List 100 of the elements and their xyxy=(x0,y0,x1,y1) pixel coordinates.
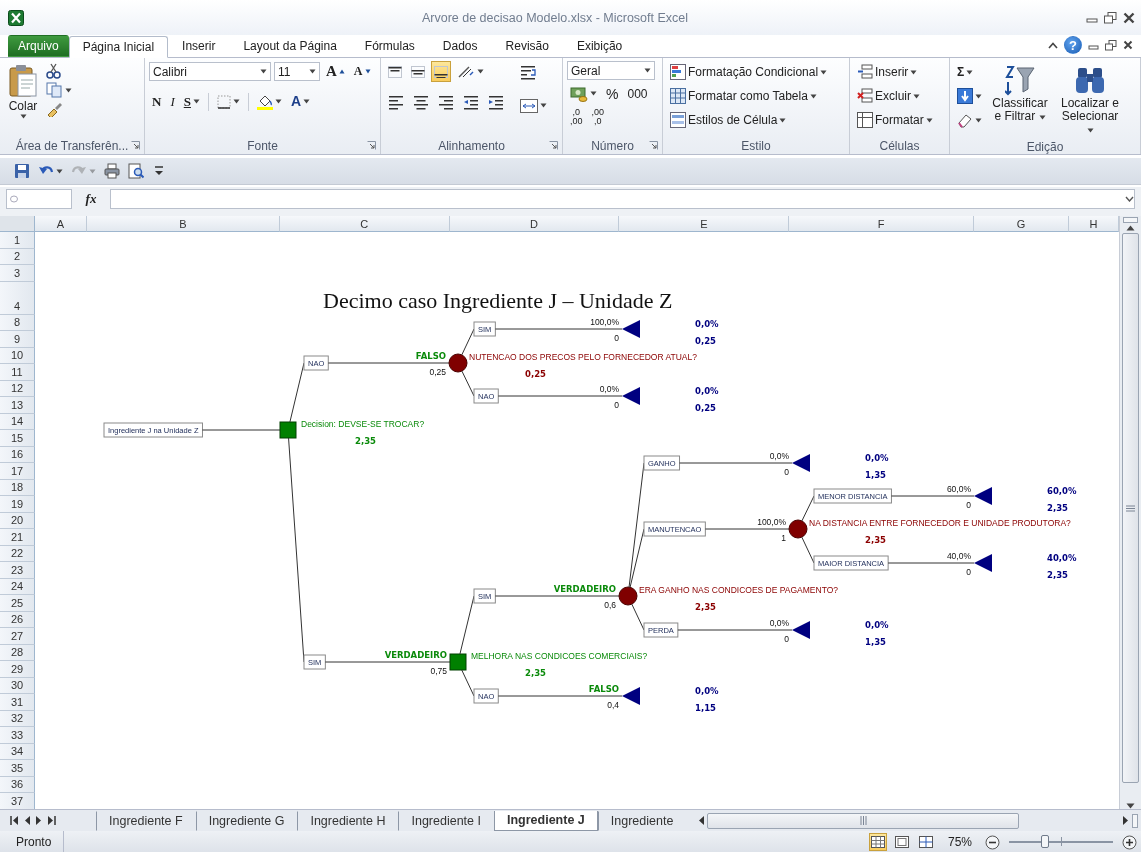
row-header[interactable]: 9 xyxy=(0,331,35,348)
ribbon-tab[interactable]: Fórmulas xyxy=(350,35,429,57)
ribbon-tab[interactable]: Página Inicial xyxy=(68,36,169,58)
scissors-icon[interactable] xyxy=(46,63,62,79)
close-icon[interactable] xyxy=(1123,11,1135,24)
column-header[interactable]: G xyxy=(974,216,1070,232)
row-header[interactable]: 33 xyxy=(0,727,35,744)
paste-button[interactable]: Colar xyxy=(4,61,42,137)
sheet-tab[interactable]: Ingrediente xyxy=(597,810,687,831)
styles-menu-button[interactable]: Formatação Condicional xyxy=(667,61,831,83)
cells-menu-button[interactable]: Formatar xyxy=(854,109,936,131)
formula-input[interactable] xyxy=(110,189,1135,209)
zoom-level[interactable]: 75% xyxy=(941,835,979,849)
excel-logo-icon[interactable] xyxy=(8,9,24,26)
column-header[interactable]: H xyxy=(1069,216,1119,232)
sheet-tab[interactable]: Ingrediente F xyxy=(96,810,196,831)
close-icon[interactable] xyxy=(1123,40,1133,50)
sheet-tab[interactable]: Ingrediente H xyxy=(297,810,399,831)
ribbon-tab[interactable]: Inserir xyxy=(168,35,230,57)
ribbon-tab[interactable]: Layout da Página xyxy=(229,35,351,57)
sort-filter-button[interactable]: Classificar e Filtrar xyxy=(989,61,1051,139)
percent-button[interactable]: % xyxy=(603,83,622,104)
view-button[interactable] xyxy=(869,833,887,851)
row-header[interactable]: 13 xyxy=(0,397,35,414)
sheet-tab[interactable]: Ingrediente J xyxy=(494,810,598,831)
column-header[interactable]: A xyxy=(34,216,87,232)
zoom-out-icon[interactable] xyxy=(985,834,1000,850)
cells-menu-button[interactable]: Excluir xyxy=(854,85,936,107)
italic-button[interactable]: I xyxy=(167,91,178,112)
scroll-up-icon[interactable] xyxy=(1126,225,1135,231)
last-sheet-icon[interactable] xyxy=(48,816,56,825)
dialog-launcher-icon[interactable] xyxy=(649,141,658,150)
font-size-field[interactable]: 11 xyxy=(274,62,320,81)
scroll-left-icon[interactable] xyxy=(698,816,704,825)
decrease-decimal-button[interactable]: ,00 ,0 xyxy=(588,107,608,128)
group-label: Número xyxy=(591,138,634,153)
increase-decimal-button[interactable]: ,0 ,00 xyxy=(567,107,586,128)
row-header[interactable]: 17 xyxy=(0,463,35,480)
autosum-button[interactable]: Σ xyxy=(954,61,985,83)
row-header[interactable]: 27 xyxy=(0,628,35,645)
view-button[interactable] xyxy=(893,833,911,851)
next-sheet-icon[interactable] xyxy=(36,816,42,825)
scrollbar-thumb[interactable] xyxy=(707,812,1019,829)
row-header[interactable]: 25 xyxy=(0,595,35,612)
row-header[interactable]: 15 xyxy=(0,430,35,447)
row-header[interactable]: 4 xyxy=(0,281,35,315)
styles-menu-button[interactable]: Estilos de Célula xyxy=(667,109,831,131)
expand-caret-icon[interactable] xyxy=(1125,196,1134,202)
vertical-align-button[interactable] xyxy=(431,61,451,82)
thousands-button[interactable]: 000 xyxy=(624,83,651,104)
row-header[interactable]: 31 xyxy=(0,694,35,711)
row-header[interactable]: 35 xyxy=(0,760,35,777)
view-button[interactable] xyxy=(917,833,935,851)
collapse-ribbon-icon[interactable] xyxy=(1048,41,1058,49)
dialog-launcher-icon[interactable] xyxy=(367,141,376,150)
column-header[interactable]: E xyxy=(619,216,790,232)
file-tab[interactable]: Arquivo xyxy=(8,35,69,57)
find-select-button[interactable]: Localizar e Selecionar xyxy=(1055,61,1125,139)
column-header[interactable]: C xyxy=(279,216,450,232)
row-header[interactable]: 3 xyxy=(0,265,35,282)
dialog-launcher-icon[interactable] xyxy=(549,141,558,150)
row-header[interactable]: 1 xyxy=(0,232,35,249)
sheet-tab[interactable]: Ingrediente G xyxy=(195,810,298,831)
insert-function-button[interactable]: fx xyxy=(78,191,104,207)
number-format-field[interactable]: Geral xyxy=(567,61,655,80)
styles-menu-button[interactable]: Formatar como Tabela xyxy=(667,85,831,107)
scrollbar-thumb[interactable] xyxy=(1122,233,1139,783)
ribbon-tab[interactable]: Revisão xyxy=(491,35,563,57)
brush-icon[interactable] xyxy=(46,101,62,117)
row-header[interactable]: 23 xyxy=(0,562,35,579)
zoom-slider-thumb[interactable] xyxy=(1041,835,1050,848)
resize-handle-icon[interactable] xyxy=(10,195,18,203)
ribbon-tab[interactable]: Exibição xyxy=(562,35,637,57)
restore-icon[interactable] xyxy=(1104,11,1117,24)
bold-button[interactable]: N xyxy=(149,91,165,112)
row-header[interactable]: 29 xyxy=(0,661,35,678)
toolbar-button[interactable] xyxy=(12,161,32,181)
cells-menu-button[interactable]: Inserir xyxy=(854,61,936,83)
underline-button[interactable]: S xyxy=(180,91,203,112)
font-field[interactable]: Calibri xyxy=(149,62,271,81)
grow-font-button[interactable]: A xyxy=(323,61,348,82)
first-sheet-icon[interactable] xyxy=(10,816,18,825)
toolbar-button[interactable] xyxy=(102,161,122,181)
column-header[interactable]: B xyxy=(86,216,280,232)
scroll-right-icon[interactable] xyxy=(1123,816,1129,825)
toolbar-button[interactable] xyxy=(126,161,146,181)
row-header[interactable]: 11 xyxy=(0,364,35,381)
sheet-tab[interactable]: Ingrediente I xyxy=(398,810,494,831)
ribbon-tab[interactable]: Dados xyxy=(428,35,492,57)
previous-sheet-icon[interactable] xyxy=(24,816,30,825)
row-header[interactable]: 37 xyxy=(0,793,35,809)
row-header[interactable]: 21 xyxy=(0,529,35,546)
font-color-button[interactable]: A xyxy=(287,91,314,112)
dialog-launcher-icon[interactable] xyxy=(131,141,140,150)
column-header[interactable]: F xyxy=(789,216,975,232)
shrink-font-button[interactable]: A xyxy=(350,61,374,82)
column-header[interactable]: D xyxy=(449,216,620,232)
zoom-in-icon[interactable] xyxy=(1122,834,1137,850)
row-header[interactable]: 19 xyxy=(0,496,35,513)
restore-icon[interactable] xyxy=(1105,39,1117,51)
